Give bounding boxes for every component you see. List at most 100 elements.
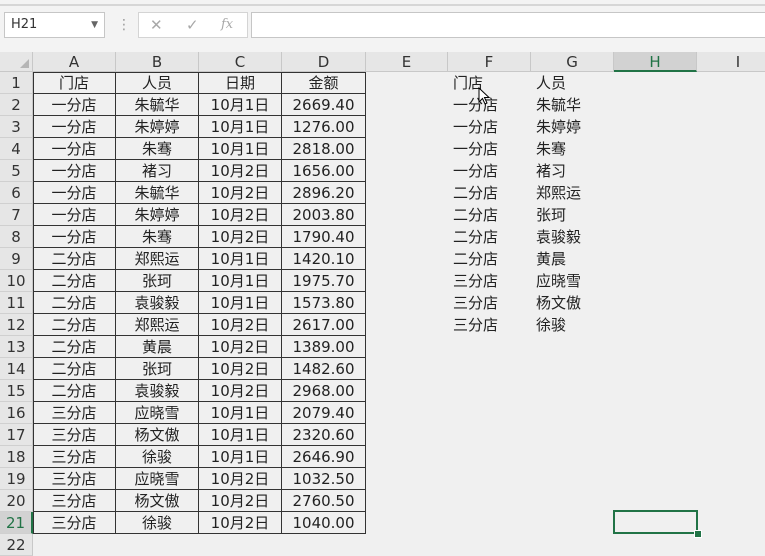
table-cell[interactable]: 徐骏 [116, 512, 199, 534]
row-header-20[interactable]: 20 [0, 490, 33, 512]
row-header-16[interactable]: 16 [0, 402, 33, 424]
row-header-11[interactable]: 11 [0, 292, 33, 314]
column-header-e[interactable]: E [366, 52, 448, 72]
table-cell[interactable]: 朱骞 [116, 138, 199, 160]
table-cell[interactable]: 10月2日 [199, 512, 282, 534]
row-header-17[interactable]: 17 [0, 424, 33, 446]
column-header-f[interactable]: F [448, 52, 531, 72]
list-cell[interactable]: 一分店 [448, 138, 531, 160]
table-cell[interactable]: 10月2日 [199, 336, 282, 358]
table-cell[interactable]: 1573.80 [282, 292, 366, 314]
table-cell[interactable]: 三分店 [33, 446, 116, 468]
list-cell[interactable]: 二分店 [448, 248, 531, 270]
table-cell[interactable]: 2669.40 [282, 94, 366, 116]
table-cell[interactable]: 郑熙运 [116, 314, 199, 336]
row-header-15[interactable]: 15 [0, 380, 33, 402]
list-cell[interactable]: 三分店 [448, 314, 531, 336]
table-cell[interactable]: 10月1日 [199, 270, 282, 292]
table-cell[interactable]: 袁骏毅 [116, 380, 199, 402]
table-cell[interactable]: 1040.00 [282, 512, 366, 534]
table-cell[interactable]: 二分店 [33, 270, 116, 292]
table-cell[interactable]: 10月1日 [199, 446, 282, 468]
table-cell[interactable]: 徐骏 [116, 446, 199, 468]
table-cell[interactable]: 10月1日 [199, 402, 282, 424]
table-cell[interactable]: 二分店 [33, 292, 116, 314]
table-cell[interactable]: 张珂 [116, 270, 199, 292]
table-cell[interactable]: 2968.00 [282, 380, 366, 402]
table-cell[interactable]: 10月1日 [199, 248, 282, 270]
table-cell[interactable]: 应晓雪 [116, 468, 199, 490]
table-cell[interactable]: 10月2日 [199, 468, 282, 490]
list-cell[interactable]: 二分店 [448, 226, 531, 248]
row-header-21[interactable]: 21 [0, 512, 33, 534]
list-cell[interactable]: 一分店 [448, 160, 531, 182]
column-header-c[interactable]: C [199, 52, 282, 72]
table-cell[interactable]: 朱婷婷 [116, 116, 199, 138]
table-cell[interactable]: 杨文傲 [116, 490, 199, 512]
row-header-3[interactable]: 3 [0, 116, 33, 138]
column-header-i[interactable]: I [697, 52, 765, 72]
list-cell[interactable]: 黄晨 [531, 248, 614, 270]
table-cell[interactable]: 2617.00 [282, 314, 366, 336]
table-cell[interactable]: 2320.60 [282, 424, 366, 446]
list-cell[interactable]: 二分店 [448, 182, 531, 204]
list-cell[interactable]: 朱毓华 [531, 94, 614, 116]
table-cell[interactable]: 朱毓华 [116, 94, 199, 116]
table-cell[interactable]: 10月2日 [199, 160, 282, 182]
list-cell[interactable]: 杨文傲 [531, 292, 614, 314]
table-cell[interactable]: 10月1日 [199, 424, 282, 446]
table-cell[interactable]: 黄晨 [116, 336, 199, 358]
table-cell[interactable]: 2646.90 [282, 446, 366, 468]
table-cell[interactable]: 10月2日 [199, 358, 282, 380]
active-cell-highlight[interactable] [613, 510, 698, 534]
column-header-a[interactable]: A [33, 52, 116, 72]
row-header-6[interactable]: 6 [0, 182, 33, 204]
table-cell[interactable]: 二分店 [33, 380, 116, 402]
row-header-10[interactable]: 10 [0, 270, 33, 292]
table-cell[interactable]: 10月2日 [199, 204, 282, 226]
list-cell[interactable]: 三分店 [448, 270, 531, 292]
enter-icon[interactable]: ✓ [186, 15, 199, 35]
table-cell[interactable]: 朱毓华 [116, 182, 199, 204]
cancel-icon[interactable]: ✕ [150, 15, 163, 35]
row-header-8[interactable]: 8 [0, 226, 33, 248]
list-cell[interactable]: 朱骞 [531, 138, 614, 160]
list-cell[interactable]: 张珂 [531, 204, 614, 226]
table-cell[interactable]: 三分店 [33, 402, 116, 424]
table-cell[interactable]: 二分店 [33, 248, 116, 270]
list-header-cell[interactable]: 人员 [531, 72, 614, 94]
table-cell[interactable]: 2896.20 [282, 182, 366, 204]
row-header-12[interactable]: 12 [0, 314, 33, 336]
table-cell[interactable]: 张珂 [116, 358, 199, 380]
table-cell[interactable]: 三分店 [33, 424, 116, 446]
table-cell[interactable]: 10月1日 [199, 116, 282, 138]
list-cell[interactable]: 袁骏毅 [531, 226, 614, 248]
table-cell[interactable]: 2079.40 [282, 402, 366, 424]
table-cell[interactable]: 1032.50 [282, 468, 366, 490]
table-cell[interactable]: 褚习 [116, 160, 199, 182]
table-cell[interactable]: 10月2日 [199, 490, 282, 512]
table-cell[interactable]: 1420.10 [282, 248, 366, 270]
list-cell[interactable]: 应晓雪 [531, 270, 614, 292]
row-header-1[interactable]: 1 [0, 72, 33, 94]
table-cell[interactable]: 1790.40 [282, 226, 366, 248]
row-header-22[interactable]: 22 [0, 534, 33, 556]
table-header-cell[interactable]: 门店 [33, 72, 116, 94]
row-header-5[interactable]: 5 [0, 160, 33, 182]
row-header-13[interactable]: 13 [0, 336, 33, 358]
insert-function-icon[interactable]: fx [221, 15, 233, 35]
table-cell[interactable]: 1975.70 [282, 270, 366, 292]
table-cell[interactable]: 1389.00 [282, 336, 366, 358]
list-cell[interactable]: 徐骏 [531, 314, 614, 336]
table-cell[interactable]: 一分店 [33, 138, 116, 160]
table-cell[interactable]: 一分店 [33, 94, 116, 116]
table-cell[interactable]: 10月2日 [199, 314, 282, 336]
column-header-h[interactable]: H [614, 52, 697, 72]
list-cell[interactable]: 褚习 [531, 160, 614, 182]
table-cell[interactable]: 二分店 [33, 358, 116, 380]
row-header-18[interactable]: 18 [0, 446, 33, 468]
table-cell[interactable]: 二分店 [33, 314, 116, 336]
table-cell[interactable]: 朱骞 [116, 226, 199, 248]
worksheet-grid[interactable]: A B C D E F G H I 1 2 3 4 5 6 7 8 9 10 11 12 13 14 15 16 17 18 19 20… [0, 52, 765, 556]
row-header-19[interactable]: 19 [0, 468, 33, 490]
